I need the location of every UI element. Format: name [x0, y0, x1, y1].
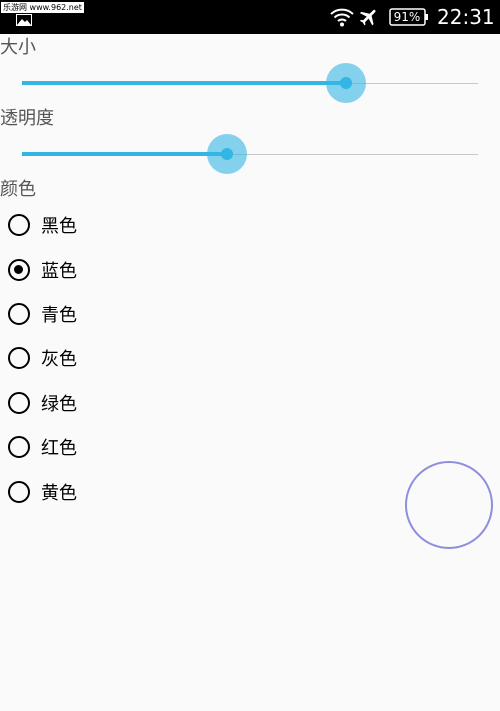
opacity-label: 透明度: [0, 108, 54, 129]
radio-option-gray[interactable]: 灰色: [8, 341, 208, 375]
clock: 22:31: [437, 5, 495, 29]
radio-label: 蓝色: [41, 261, 77, 282]
slider-fill: [22, 81, 346, 85]
airplane-icon: [359, 9, 376, 26]
size-slider[interactable]: [22, 63, 478, 103]
radio-label: 青色: [41, 305, 77, 326]
radio-option-red[interactable]: 红色: [8, 430, 208, 464]
watermark-text: 乐游网 www.962.net: [1, 2, 84, 13]
brush-preview-circle: [405, 461, 493, 549]
battery-percent: 91%: [393, 10, 421, 24]
radio-option-cyan[interactable]: 青色: [8, 297, 208, 331]
radio-button[interactable]: [8, 481, 30, 503]
radio-option-green[interactable]: 绿色: [8, 386, 208, 420]
size-label: 大小: [0, 37, 36, 58]
radio-button[interactable]: [8, 303, 30, 325]
opacity-slider[interactable]: [22, 134, 478, 174]
radio-option-black[interactable]: 黑色: [8, 208, 208, 242]
radio-button[interactable]: [8, 259, 30, 281]
color-label: 颜色: [0, 179, 36, 200]
slider-fill: [22, 152, 227, 156]
slider-thumb[interactable]: [340, 77, 352, 89]
wifi-icon: [330, 8, 354, 27]
radio-label: 灰色: [41, 349, 77, 370]
radio-button[interactable]: [8, 347, 30, 369]
radio-option-blue[interactable]: 蓝色: [8, 253, 208, 287]
radio-label: 绿色: [41, 394, 77, 415]
radio-button[interactable]: [8, 436, 30, 458]
radio-label: 黑色: [41, 216, 77, 237]
radio-label: 红色: [41, 438, 77, 459]
status-bar: 乐游网 www.962.net 91% 22:31: [0, 0, 500, 34]
radio-button[interactable]: [8, 214, 30, 236]
radio-button[interactable]: [8, 392, 30, 414]
slider-thumb[interactable]: [221, 148, 233, 160]
image-icon: [16, 14, 32, 26]
radio-option-yellow[interactable]: 黄色: [8, 475, 208, 509]
radio-label: 黄色: [41, 483, 77, 504]
